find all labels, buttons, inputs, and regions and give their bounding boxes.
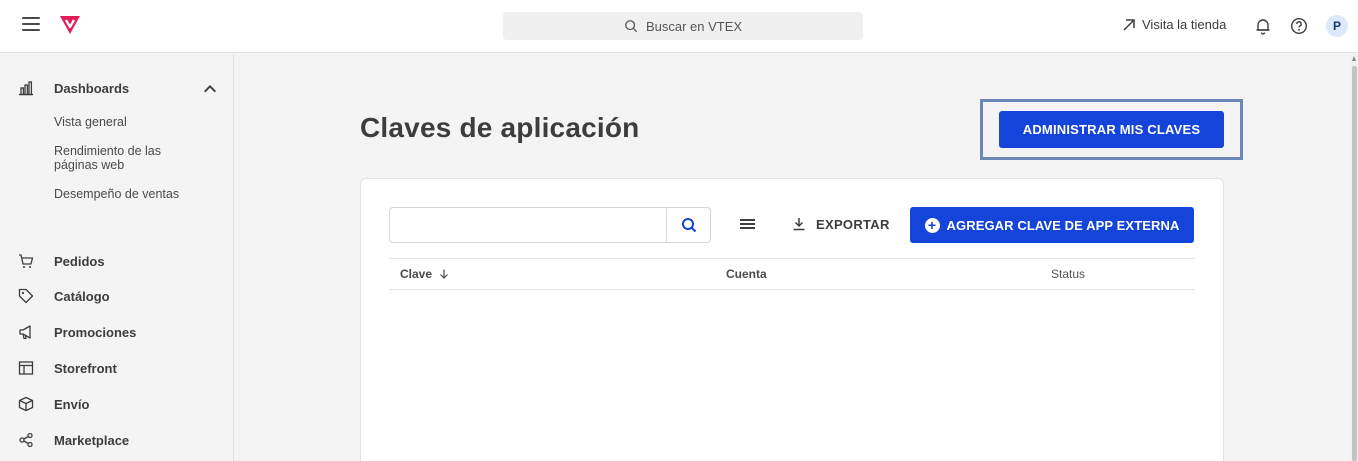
- export-label: EXPORTAR: [816, 216, 890, 232]
- layout-icon: [18, 361, 34, 375]
- sidebar: Dashboards Vista general Rendimiento de …: [0, 54, 234, 461]
- add-external-app-key-button[interactable]: + AGREGAR CLAVE DE APP EXTERNA: [910, 207, 1194, 243]
- sidebar-item-label: Pedidos: [54, 253, 105, 269]
- sidebar-item-label: Dashboards: [54, 80, 130, 96]
- export-button[interactable]: EXPORTAR: [792, 214, 890, 234]
- sidebar-item-orders[interactable]: Pedidos: [18, 253, 218, 269]
- bar-chart-icon: [19, 81, 33, 96]
- search-placeholder: Buscar en VTEX: [645, 18, 743, 34]
- share-icon: [19, 432, 33, 448]
- column-header-account[interactable]: Cuenta: [726, 267, 767, 281]
- filter-input[interactable]: [389, 207, 667, 243]
- sidebar-item-catalog[interactable]: Catálogo: [18, 288, 218, 304]
- box-icon: [18, 396, 34, 412]
- manage-keys-button[interactable]: ADMINISTRAR MIS CLAVES: [999, 111, 1224, 148]
- user-avatar[interactable]: P: [1326, 15, 1348, 37]
- scrollbar-thumb[interactable]: [1352, 66, 1357, 461]
- bell-icon[interactable]: [1254, 17, 1272, 35]
- sidebar-item-promotions[interactable]: Promociones: [18, 324, 218, 340]
- sidebar-item-label: Marketplace: [54, 432, 130, 448]
- visit-store-label: Visita la tienda: [1142, 17, 1227, 32]
- page-title: Claves de aplicación: [360, 112, 640, 143]
- sidebar-subitem-overview[interactable]: Vista general: [54, 115, 194, 129]
- help-icon[interactable]: [1290, 17, 1308, 35]
- global-search-input[interactable]: Buscar en VTEX: [503, 12, 863, 40]
- sidebar-item-label: Envío: [54, 396, 90, 412]
- plus-circle-icon: +: [924, 217, 940, 233]
- top-bar: Buscar en VTEX Visita la tienda P: [0, 0, 1358, 53]
- sidebar-item-shipping[interactable]: Envío: [18, 396, 218, 412]
- download-icon: [793, 218, 805, 231]
- sidebar-subitem-web-performance[interactable]: Rendimiento de las páginas web: [54, 144, 194, 172]
- tag-icon: [18, 288, 34, 304]
- sidebar-item-storefront[interactable]: Storefront: [18, 360, 218, 376]
- sidebar-item-label: Catálogo: [54, 288, 110, 304]
- filter-search-button[interactable]: [666, 207, 711, 243]
- sidebar-item-label: Storefront: [54, 360, 117, 376]
- sidebar-item-dashboards[interactable]: Dashboards: [18, 80, 218, 96]
- scroll-up-arrow-icon[interactable]: [1352, 56, 1356, 61]
- column-header-label: Clave: [400, 267, 433, 281]
- sidebar-item-label: Promociones: [54, 324, 137, 340]
- scrollbar[interactable]: [1351, 54, 1358, 461]
- column-header-key[interactable]: Clave: [400, 267, 449, 281]
- arrow-down-icon[interactable]: [439, 269, 449, 279]
- chevron-up-icon[interactable]: [202, 81, 218, 97]
- column-header-status: Status: [1051, 267, 1086, 281]
- sidebar-subitem-sales-performance[interactable]: Desempeño de ventas: [54, 187, 194, 201]
- cart-icon: [19, 254, 34, 268]
- table-header: Clave Cuenta Status: [389, 258, 1195, 290]
- table-density-icon[interactable]: [740, 219, 755, 232]
- visit-store-link[interactable]: Visita la tienda: [1122, 17, 1226, 32]
- sidebar-item-marketplace[interactable]: Marketplace: [18, 432, 218, 448]
- vtex-logo[interactable]: [58, 14, 82, 36]
- add-button-label: AGREGAR CLAVE DE APP EXTERNA: [946, 217, 1180, 233]
- arrow-up-right-icon: [1123, 18, 1135, 31]
- megaphone-icon: [19, 325, 31, 340]
- hamburger-menu-icon[interactable]: [22, 17, 40, 33]
- search-icon: [625, 20, 638, 33]
- search-icon: [681, 218, 696, 233]
